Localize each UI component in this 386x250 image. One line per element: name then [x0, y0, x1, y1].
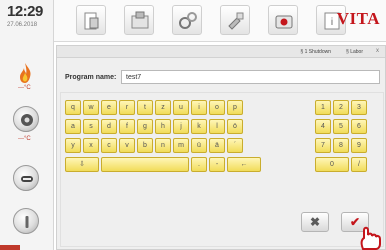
- clock-time: 12:29: [7, 3, 43, 20]
- stop-icon: [25, 216, 29, 228]
- key-t[interactable]: t: [137, 100, 153, 115]
- key-p[interactable]: p: [227, 100, 243, 115]
- pump-icon: [21, 114, 33, 126]
- key-z[interactable]: z: [155, 100, 171, 115]
- top-toolbar: i VITA: [54, 0, 386, 42]
- key-u[interactable]: u: [173, 100, 189, 115]
- key-b[interactable]: b: [137, 138, 153, 153]
- key-h[interactable]: h: [155, 119, 171, 134]
- key-i[interactable]: i: [191, 100, 207, 115]
- tab-shutdown[interactable]: § 1 Shutdown: [300, 49, 331, 55]
- toolbar-button-program[interactable]: [76, 5, 106, 35]
- key-l[interactable]: l: [209, 119, 225, 134]
- key-2[interactable]: 2: [333, 100, 349, 115]
- program-name-label: Program name:: [65, 74, 117, 81]
- key-a[interactable]: a: [65, 119, 81, 134]
- dialog-header: § 1 Shutdown § Labor x: [57, 46, 385, 58]
- backspace-key[interactable]: ←: [227, 157, 261, 172]
- toolbar-button-firing[interactable]: [124, 5, 154, 35]
- key-1[interactable]: 1: [315, 100, 331, 115]
- key-8[interactable]: 8: [333, 138, 349, 153]
- toolbar-button-tools[interactable]: [220, 5, 250, 35]
- tab-labor[interactable]: § Labor: [346, 49, 363, 55]
- cancel-button[interactable]: ✖: [301, 212, 329, 232]
- key-a-umlaut[interactable]: ä: [209, 138, 225, 153]
- flame-icon[interactable]: [17, 62, 33, 84]
- toolbar-button-camera[interactable]: [268, 5, 298, 35]
- key-0[interactable]: 0: [315, 157, 349, 172]
- key-o[interactable]: o: [209, 100, 225, 115]
- program-name-input[interactable]: [121, 70, 380, 84]
- tools-icon: [228, 12, 244, 30]
- key-4[interactable]: 4: [315, 119, 331, 134]
- key-9[interactable]: 9: [351, 138, 367, 153]
- shift-key[interactable]: ⇩: [65, 157, 99, 172]
- key-5[interactable]: 5: [333, 119, 349, 134]
- key-dot[interactable]: .: [191, 157, 207, 172]
- key-6[interactable]: 6: [351, 119, 367, 134]
- key-slash[interactable]: /: [351, 157, 367, 172]
- program-tool-icon: [84, 12, 99, 30]
- toolbar-button-settings[interactable]: [172, 5, 202, 35]
- clock-date: 27.06.2018: [7, 22, 38, 28]
- vacuum-pump-button[interactable]: [13, 106, 39, 132]
- key-d[interactable]: d: [101, 119, 117, 134]
- key-x[interactable]: x: [83, 138, 99, 153]
- furnace-icon: [21, 176, 33, 182]
- key-j[interactable]: j: [173, 119, 189, 134]
- key-u-umlaut[interactable]: ü: [191, 138, 207, 153]
- key-e[interactable]: e: [101, 100, 117, 115]
- key-k[interactable]: k: [191, 119, 207, 134]
- key-w[interactable]: w: [83, 100, 99, 115]
- key-m[interactable]: m: [173, 138, 189, 153]
- key-7[interactable]: 7: [315, 138, 331, 153]
- furnace-head-button[interactable]: [13, 165, 39, 191]
- key-accent[interactable]: ´: [227, 138, 243, 153]
- firing-icon: [131, 11, 149, 29]
- key-f[interactable]: f: [119, 119, 135, 134]
- vita-logo: VITA: [336, 9, 380, 28]
- camera-icon: [275, 15, 293, 29]
- key-s[interactable]: s: [83, 119, 99, 134]
- key-dash[interactable]: -: [209, 157, 225, 172]
- dialog-close-button[interactable]: x: [376, 48, 379, 54]
- temperature-readout-1: ---°C: [18, 85, 31, 91]
- key-3[interactable]: 3: [351, 100, 367, 115]
- key-g[interactable]: g: [137, 119, 153, 134]
- key-o-umlaut[interactable]: ö: [227, 119, 243, 134]
- key-v[interactable]: v: [119, 138, 135, 153]
- touch-pointer-icon: [360, 226, 381, 250]
- key-y[interactable]: y: [65, 138, 81, 153]
- temperature-readout-2: ---°C: [18, 136, 31, 142]
- key-n[interactable]: n: [155, 138, 171, 153]
- status-sidebar: 12:29 27.06.2018 ---°C ---°C: [0, 0, 54, 250]
- alert-indicator: [0, 245, 20, 250]
- gears-icon: [179, 12, 197, 29]
- key-q[interactable]: q: [65, 100, 81, 115]
- svg-text:i: i: [331, 17, 333, 28]
- stop-button[interactable]: [13, 208, 39, 234]
- program-name-dialog: § 1 Shutdown § Labor x Program name: q w…: [56, 45, 386, 250]
- key-r[interactable]: r: [119, 100, 135, 115]
- key-c[interactable]: c: [101, 138, 117, 153]
- space-key[interactable]: [101, 157, 189, 172]
